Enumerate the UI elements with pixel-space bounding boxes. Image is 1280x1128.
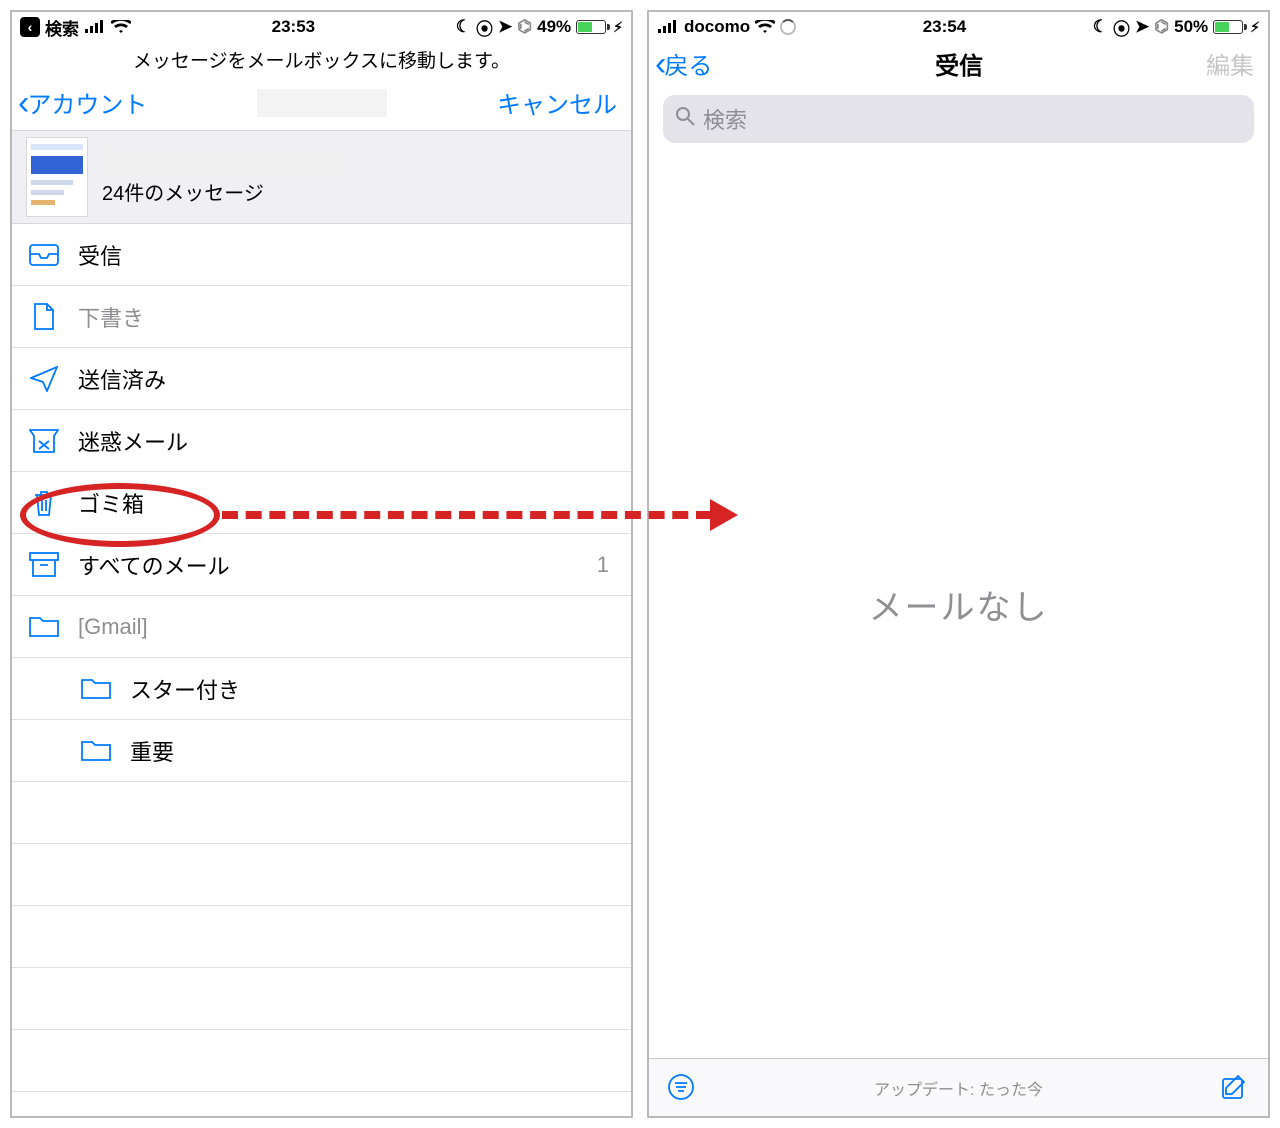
nav-title: 受信	[935, 46, 983, 81]
mailbox-label: 迷惑メール	[78, 425, 615, 457]
mailbox-allmail[interactable]: すべてのメール 1	[12, 534, 631, 596]
location-icon: ➤	[498, 17, 512, 37]
mailbox-label: スター付き	[130, 673, 615, 705]
bluetooth-icon: ⌬	[1154, 17, 1169, 37]
battery-pct: 49%	[537, 17, 571, 37]
search-input[interactable]: 検索	[663, 95, 1254, 143]
nav-edit[interactable]: 編集	[1206, 46, 1254, 81]
empty-state: メールなし	[649, 151, 1268, 1058]
loading-spinner-icon	[780, 19, 796, 35]
nav-bar: ‹ 戻る 受信 編集	[649, 42, 1268, 91]
mailbox-inbox[interactable]: 受信	[12, 224, 631, 286]
wifi-icon	[111, 20, 131, 34]
nav-back-label: 戻る	[664, 46, 712, 81]
move-subtitle: メッセージをメールボックスに移動します。	[12, 42, 631, 81]
empty-row	[12, 1030, 631, 1092]
nav-cancel[interactable]: キャンセル	[497, 85, 617, 120]
mailbox-count: 1	[597, 552, 609, 578]
status-bar: ‹ 検索 23:53 ☾ ⦿ ➤ ⌬ 49%	[12, 12, 631, 42]
selection-count: 24件のメッセージ	[102, 177, 342, 206]
moon-icon: ☾	[1093, 17, 1108, 37]
selection-header: 24件のメッセージ	[12, 130, 631, 224]
charging-icon: ⚡︎	[613, 19, 623, 36]
alarm-icon: ⦿	[1113, 15, 1130, 40]
empty-row	[12, 844, 631, 906]
nav-title-placeholder	[257, 89, 387, 117]
sent-icon	[28, 364, 60, 394]
inbox-icon	[28, 240, 60, 270]
mailbox-label: [Gmail]	[78, 614, 615, 640]
location-icon: ➤	[1135, 17, 1149, 37]
mailbox-drafts[interactable]: 下書き	[12, 286, 631, 348]
folder-icon	[80, 736, 112, 766]
mailbox-label: ゴミ箱	[78, 487, 615, 519]
mailbox-label: すべてのメール	[78, 549, 579, 581]
status-time: 23:54	[923, 17, 966, 37]
nav-back-label: アカウント	[27, 85, 147, 120]
toolbar-status: アップデート: たった今	[697, 1076, 1220, 1100]
status-bar: docomo 23:54 ☾ ⦿ ➤ ⌬ 50% ⚡︎	[649, 12, 1268, 42]
battery-icon	[1213, 20, 1243, 34]
search-icon	[675, 106, 695, 132]
nav-back[interactable]: ‹ 戻る	[655, 46, 712, 81]
mailbox-starred[interactable]: スター付き	[12, 658, 631, 720]
moon-icon: ☾	[456, 17, 471, 37]
alarm-icon: ⦿	[476, 15, 493, 40]
mailbox-trash[interactable]: ゴミ箱	[12, 472, 631, 534]
mailbox-gmail[interactable]: [Gmail]	[12, 596, 631, 658]
mailbox-label: 送信済み	[78, 363, 615, 395]
sender-redacted	[102, 149, 342, 173]
phone-left: ‹ 検索 23:53 ☾ ⦿ ➤ ⌬ 49%	[10, 10, 633, 1118]
status-time: 23:53	[272, 17, 315, 37]
bluetooth-icon: ⌬	[517, 17, 532, 37]
signal-icon	[84, 20, 106, 34]
compose-icon[interactable]	[1220, 1073, 1250, 1103]
battery-pct: 50%	[1174, 17, 1208, 37]
phone-right: docomo 23:54 ☾ ⦿ ➤ ⌬ 50% ⚡︎	[647, 10, 1270, 1118]
empty-row	[12, 968, 631, 1030]
empty-row	[12, 782, 631, 844]
mailbox-junk[interactable]: 迷惑メール	[12, 410, 631, 472]
empty-row	[12, 906, 631, 968]
wifi-icon	[755, 20, 775, 34]
mailbox-important[interactable]: 重要	[12, 720, 631, 782]
back-to-app-label[interactable]: 検索	[45, 15, 79, 40]
mailbox-label: 受信	[78, 239, 615, 271]
back-to-app-icon[interactable]: ‹	[20, 17, 40, 37]
filter-icon[interactable]	[667, 1073, 697, 1103]
mailbox-label: 重要	[130, 735, 615, 767]
message-thumbnail	[26, 137, 88, 217]
search-placeholder: 検索	[703, 103, 747, 135]
carrier-label: docomo	[684, 17, 750, 37]
charging-icon: ⚡︎	[1250, 19, 1260, 36]
mailbox-label: 下書き	[78, 301, 615, 333]
trash-icon	[28, 488, 60, 518]
empty-label: メールなし	[869, 580, 1049, 629]
drafts-icon	[28, 302, 60, 332]
archive-icon	[28, 550, 60, 580]
signal-icon	[657, 20, 679, 34]
junk-icon	[28, 426, 60, 456]
nav-back[interactable]: ‹ アカウント	[18, 85, 147, 120]
folder-icon	[28, 612, 60, 642]
nav-bar: ‹ アカウント キャンセル	[12, 81, 631, 130]
battery-icon	[576, 20, 606, 34]
mailbox-sent[interactable]: 送信済み	[12, 348, 631, 410]
mailbox-list: 受信 下書き 送信済み	[12, 224, 631, 1116]
bottom-toolbar: アップデート: たった今	[649, 1058, 1268, 1116]
folder-icon	[80, 674, 112, 704]
